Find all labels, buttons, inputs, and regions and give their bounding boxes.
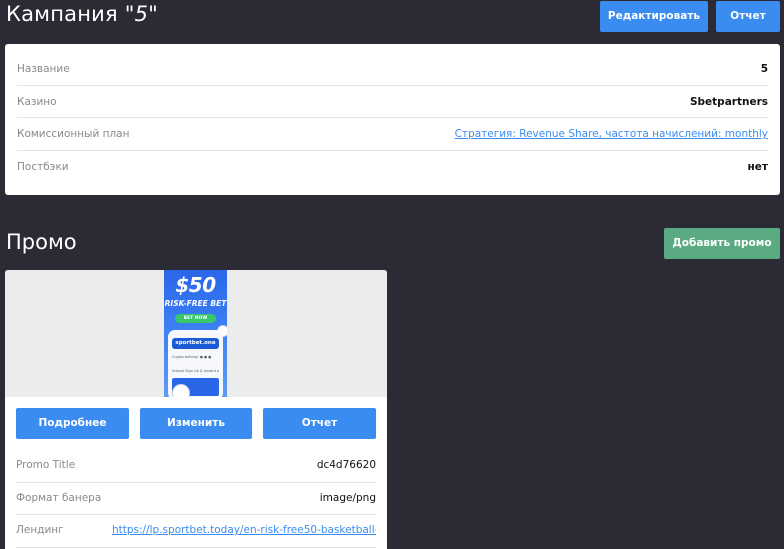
- campaign-info-card: Название 5 Казино Sbetpartners Комиссион…: [5, 44, 780, 195]
- promo-details-button[interactable]: Подробнее: [16, 408, 129, 439]
- promo-banner-image: $50 RISK-FREE BET BET NOW sportbet.one C…: [164, 270, 227, 397]
- info-label: Казино: [17, 95, 57, 108]
- info-value: Sbetpartners: [689, 95, 768, 108]
- promo-banner-area: $50 RISK-FREE BET BET NOW sportbet.one C…: [5, 270, 387, 397]
- promo-actions: Подробнее Изменить Отчет: [16, 408, 376, 439]
- page-title-campaign-name: "5": [124, 2, 159, 26]
- page-title-prefix: Кампания: [6, 2, 118, 26]
- promo-value: image/png: [319, 491, 376, 504]
- promo-label: Лендинг: [16, 524, 64, 536]
- info-row-name: Название 5: [17, 53, 768, 86]
- commission-plan-link[interactable]: Стратегия: Revenue Share, частота начисл…: [455, 128, 768, 140]
- info-value: 5: [760, 63, 768, 75]
- promo-card: $50 RISK-FREE BET BET NOW sportbet.one C…: [5, 270, 387, 549]
- promo-label: Формат банера: [16, 491, 102, 504]
- banner-text-line: Instant Sign Up & Instant payout: [172, 369, 219, 373]
- page-title: Кампания "5": [6, 2, 158, 26]
- promo-row-format: Формат банера image/png: [16, 483, 376, 515]
- banner-text-line: Crypto betting! ● ● ●: [172, 355, 212, 359]
- banner-cta: BET NOW: [175, 314, 216, 323]
- banner-amount: $50: [175, 273, 216, 297]
- banner-subtitle: RISK-FREE BET: [164, 299, 227, 308]
- promo-row-landing: Лендинг https://lp.sportbet.today/en-ris…: [16, 515, 376, 548]
- banner-brand: sportbet.one: [172, 338, 219, 349]
- soccer-ball-icon: [172, 384, 190, 397]
- info-row-casino: Казино Sbetpartners: [17, 86, 768, 118]
- info-label: Комиссионный план: [17, 128, 130, 140]
- promo-value: dc4d76620: [316, 459, 376, 471]
- promo-section-title: Промо: [6, 230, 77, 254]
- campaign-report-button[interactable]: Отчет: [716, 1, 780, 32]
- add-promo-button[interactable]: Добавить промо: [664, 228, 780, 259]
- promo-row-title: Promo Title dc4d76620: [16, 450, 376, 483]
- promo-edit-button[interactable]: Изменить: [140, 408, 252, 439]
- campaign-page: Кампания "5" Редактировать Отчет Названи…: [0, 0, 784, 549]
- info-row-postbacks: Постбэки нет: [17, 151, 768, 184]
- promo-details-table: Promo Title dc4d76620 Формат банера imag…: [16, 450, 376, 548]
- info-label: Постбэки: [17, 160, 69, 173]
- info-label: Название: [17, 63, 70, 75]
- promo-label: Promo Title: [16, 459, 76, 471]
- edit-campaign-button[interactable]: Редактировать: [600, 1, 708, 32]
- landing-link[interactable]: https://lp.sportbet.today/en-risk-free50…: [112, 524, 376, 536]
- promo-report-button[interactable]: Отчет: [263, 408, 376, 439]
- info-row-commission-plan: Комиссионный план Стратегия: Revenue Sha…: [17, 118, 768, 151]
- campaign-header: Кампания "5" Редактировать Отчет: [6, 0, 780, 34]
- info-value: нет: [747, 160, 768, 173]
